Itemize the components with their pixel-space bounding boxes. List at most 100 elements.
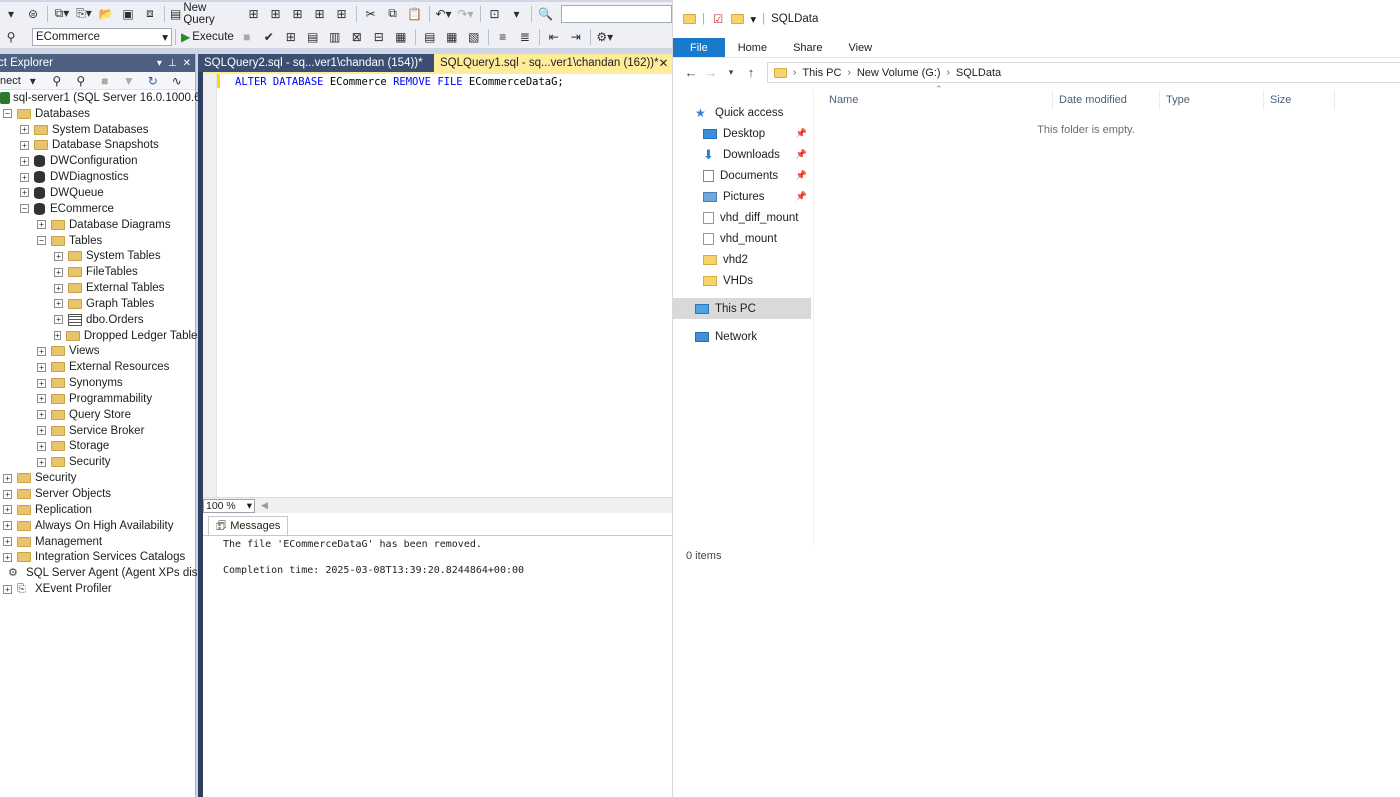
new-folder-icon[interactable] <box>731 14 745 24</box>
tree-node[interactable]: + External Tables <box>0 280 195 296</box>
breadcrumb-sqldata[interactable]: SQLData <box>956 67 1001 79</box>
tree-node[interactable]: + Database Snapshots <box>0 138 195 154</box>
expand-icon[interactable]: + <box>3 505 12 515</box>
find-input[interactable] <box>560 4 672 23</box>
collapse-icon[interactable]: − <box>20 204 29 214</box>
recent-locations-icon[interactable]: ▾ <box>721 67 741 78</box>
ribbon-tab-home[interactable]: Home <box>725 38 780 57</box>
back-arrow-icon[interactable]: ← <box>681 65 701 80</box>
mdx-query-icon[interactable]: ⊞ <box>245 4 263 24</box>
open-file-icon[interactable]: 📂 <box>97 4 115 24</box>
expand-icon[interactable]: + <box>3 489 12 499</box>
nav-item[interactable]: Documents 📌 <box>673 165 811 186</box>
find-icon[interactable]: 🔍 <box>537 4 555 24</box>
expand-icon[interactable]: + <box>20 172 29 182</box>
tree-node[interactable]: − ECommerce <box>0 201 195 217</box>
expand-icon[interactable]: + <box>54 315 63 325</box>
specify-values-icon[interactable]: ⚙▾ <box>596 27 614 47</box>
tree-node[interactable]: + Database Diagrams <box>0 217 195 233</box>
nav-item[interactable]: ⬇ Downloads 📌 <box>673 144 811 165</box>
decrease-indent-icon[interactable]: ⇤ <box>545 27 563 47</box>
chevron-down-icon[interactable]: ▾ <box>24 71 42 91</box>
tree-node[interactable]: + Service Broker <box>0 423 195 439</box>
parse-icon[interactable]: ✔ <box>260 27 278 47</box>
tree-node[interactable]: + dbo.Orders <box>0 312 195 328</box>
uncomment-icon[interactable]: ≣ <box>516 27 534 47</box>
expand-icon[interactable]: + <box>20 188 29 198</box>
query-options-icon[interactable]: ▤ <box>304 27 322 47</box>
nav-network[interactable]: Network <box>673 326 811 347</box>
dax-query-icon[interactable]: ⊞ <box>311 4 329 24</box>
pane-divider[interactable] <box>813 90 814 545</box>
add-item-icon[interactable]: ⎘▾ <box>75 4 93 24</box>
tab-sqlquery2[interactable]: SQLQuery2.sql - sq...ver1\chandan (154))… <box>198 54 434 72</box>
pin-icon[interactable]: ⊥ <box>168 58 177 69</box>
new-query-button[interactable]: ▤ New Query <box>170 2 241 26</box>
code-line[interactable]: ALTER DATABASE ECommerce REMOVE FILE ECo… <box>235 76 564 88</box>
nav-quick-access[interactable]: ★ Quick access <box>673 102 811 123</box>
expand-icon[interactable]: + <box>37 426 46 436</box>
tree-node[interactable]: + DWConfiguration <box>0 153 195 169</box>
expand-icon[interactable]: + <box>3 552 12 562</box>
tree-node[interactable]: + Dropped Ledger Tables <box>0 328 203 344</box>
nav-this-pc[interactable]: This PC <box>673 298 811 319</box>
tree-node[interactable]: + DWDiagnostics <box>0 169 195 185</box>
connect-plug-icon[interactable]: ⚲ <box>48 71 66 91</box>
tree-node[interactable]: + Programmability <box>0 391 195 407</box>
display-plan-icon[interactable]: ⊞ <box>282 27 300 47</box>
cut-icon[interactable]: ✂ <box>362 4 380 24</box>
expand-icon[interactable]: + <box>3 521 12 531</box>
nav-item[interactable]: vhd2 <box>673 249 811 270</box>
tree-node[interactable]: + External Resources <box>0 359 195 375</box>
ribbon-tab-file[interactable]: File <box>673 38 725 57</box>
close-icon[interactable]: ✕ <box>183 58 191 69</box>
database-select[interactable]: ECommerce ▾ <box>32 27 172 46</box>
server-node[interactable]: sql-server1 (SQL Server 16.0.1000.6 - sq <box>0 90 223 106</box>
activity-icon[interactable]: ∿ <box>168 71 186 91</box>
tree-node[interactable]: + DWQueue <box>0 185 195 201</box>
up-arrow-icon[interactable]: ↑ <box>741 65 761 80</box>
tree-node[interactable]: − Tables <box>0 233 195 249</box>
expand-icon[interactable]: + <box>54 251 63 261</box>
query-editor[interactable]: ALTER DATABASE ECommerce REMOVE FILE ECo… <box>203 72 672 499</box>
results-text-icon[interactable]: ▤ <box>421 27 439 47</box>
breadcrumb-this-pc[interactable]: This PC <box>802 67 841 79</box>
pin-icon[interactable]: 📌 <box>796 128 807 139</box>
save-icon[interactable]: ▣ <box>119 4 137 24</box>
expand-icon[interactable]: + <box>54 283 63 293</box>
properties-icon[interactable]: ☑ <box>713 12 723 26</box>
chevron-down-icon[interactable]: ▾ <box>750 12 756 26</box>
include-plan-icon[interactable]: ⊠ <box>348 27 366 47</box>
tree-node[interactable]: + System Tables <box>0 248 195 264</box>
undo-icon[interactable]: ↶▾ <box>435 4 453 24</box>
filter-icon[interactable]: ▼ <box>120 71 138 91</box>
increase-indent-icon[interactable]: ⇥ <box>567 27 585 47</box>
pin-icon[interactable]: 📌 <box>796 191 807 202</box>
connect-icon[interactable]: ⚲ <box>2 27 20 47</box>
tree-node[interactable]: + Management <box>0 534 195 550</box>
results-to-icon[interactable]: ▥ <box>326 27 344 47</box>
tree-node[interactable]: ⚙ SQL Server Agent (Agent XPs disabl <box>0 565 213 581</box>
tree-node[interactable]: + Integration Services Catalogs <box>0 549 195 565</box>
tree-node[interactable]: + System Databases <box>0 122 195 138</box>
stop-icon[interactable]: ■ <box>96 71 114 91</box>
results-grid-icon[interactable]: ▦ <box>443 27 461 47</box>
nav-item[interactable]: vhd_mount <box>673 228 811 249</box>
expand-icon[interactable]: + <box>37 362 46 372</box>
nav-item[interactable]: vhd_diff_mount <box>673 207 811 228</box>
expand-icon[interactable]: + <box>3 584 12 594</box>
expand-icon[interactable]: + <box>37 457 46 467</box>
scroll-left-icon[interactable]: ◀ <box>261 500 268 511</box>
expand-icon[interactable]: + <box>54 299 63 309</box>
expand-icon[interactable]: + <box>37 410 46 420</box>
forward-icon[interactable]: ⊜ <box>24 4 42 24</box>
tree-node[interactable]: − Databases <box>0 106 195 122</box>
tab-sqlquery1[interactable]: SQLQuery1.sql - sq...ver1\chandan (162))… <box>434 54 672 72</box>
back-icon[interactable]: ▾ <box>2 4 20 24</box>
paste-icon[interactable]: 📋 <box>406 4 424 24</box>
tree-node[interactable]: + Query Store <box>0 407 195 423</box>
tree-node[interactable]: + Replication <box>0 502 195 518</box>
tree-node[interactable]: + Synonyms <box>0 375 195 391</box>
ribbon-tab-share[interactable]: Share <box>780 38 835 57</box>
chevron-down-icon[interactable]: ▾ <box>157 58 162 69</box>
